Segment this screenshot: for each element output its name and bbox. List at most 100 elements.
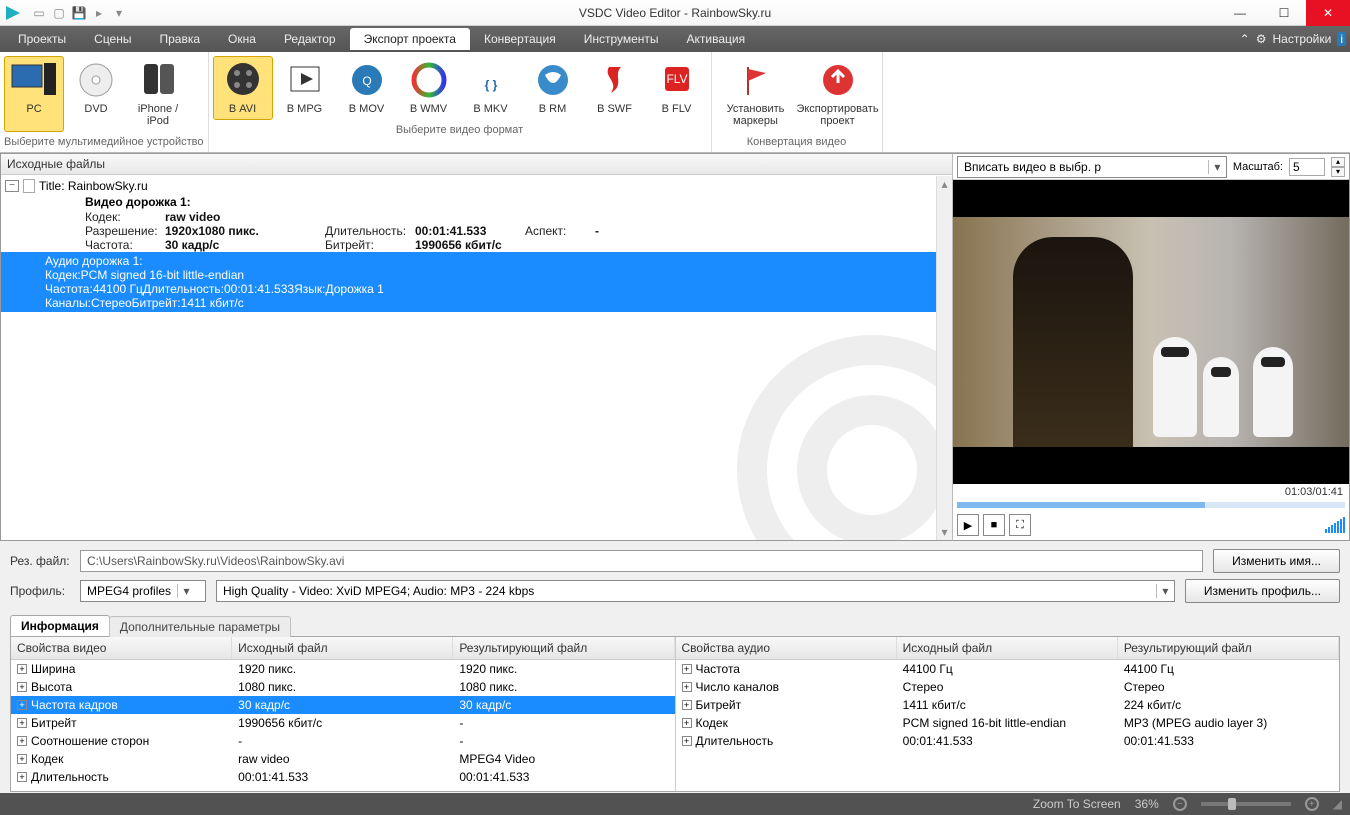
play-button[interactable]: ▶ [957, 514, 979, 536]
progress-bar[interactable] [957, 502, 1345, 508]
expand-icon[interactable]: + [17, 700, 27, 710]
qa-new-icon[interactable]: ▢ [50, 4, 68, 22]
ribbon-В-SWF[interactable]: В SWF [585, 56, 645, 120]
ribbon-Экспортировать-проект[interactable]: Экспортировать проект [798, 56, 878, 132]
expand-icon[interactable]: + [682, 682, 692, 692]
expand-icon[interactable]: + [682, 700, 692, 710]
pc-icon [8, 59, 60, 101]
change-profile-button[interactable]: Изменить профиль... [1185, 579, 1340, 603]
file-icon [23, 179, 35, 193]
menu-Редактор[interactable]: Редактор [270, 28, 350, 50]
ribbon-В-MKV[interactable]: { }В MKV [461, 56, 521, 120]
preview-pane: Вписать видео в выбр. р ▾ Масштаб: 5 ▴▾ … [952, 153, 1350, 541]
ribbon-Установить-маркеры[interactable]: Установить маркеры [716, 56, 796, 132]
qa-open-icon[interactable]: ▭ [30, 4, 48, 22]
stop-button[interactable]: ■ [983, 514, 1005, 536]
menu-Конвертация[interactable]: Конвертация [470, 28, 570, 50]
source-body: − Title: RainbowSky.ru Видео дорожка 1: … [1, 175, 952, 540]
ribbon-PC[interactable]: PC [4, 56, 64, 132]
change-name-button[interactable]: Изменить имя... [1213, 549, 1340, 573]
menu-Активация[interactable]: Активация [673, 28, 760, 50]
ribbon-В-RM[interactable]: В RM [523, 56, 583, 120]
app-logo [0, 0, 26, 26]
volume-indicator[interactable] [1325, 517, 1345, 533]
menu-Сцены[interactable]: Сцены [80, 28, 145, 50]
table-row[interactable]: +Высота1080 пикс.1080 пикс. [11, 678, 675, 696]
resize-grip-icon[interactable]: ◢ [1333, 797, 1342, 811]
quality-select[interactable]: High Quality - Video: XviD MPEG4; Audio:… [216, 580, 1175, 602]
expand-icon[interactable]: + [17, 736, 27, 746]
expand-icon[interactable]: + [17, 664, 27, 674]
profile-select[interactable]: MPEG4 profiles ▾ [80, 580, 206, 602]
table-row[interactable]: +Число каналовСтереоСтерео [676, 678, 1340, 696]
settings-label[interactable]: Настройки [1272, 32, 1331, 46]
table-row[interactable]: +Длительность00:01:41.53300:01:41.533 [676, 732, 1340, 750]
table-row[interactable]: +Соотношение сторон-- [11, 732, 675, 750]
qa-dropdown-icon[interactable]: ▾ [110, 4, 128, 22]
fit-mode-select[interactable]: Вписать видео в выбр. р ▾ [957, 156, 1227, 178]
zoom-percent: 36% [1135, 797, 1159, 811]
ribbon-В-WMV[interactable]: В WMV [399, 56, 459, 120]
minimize-button[interactable]: — [1218, 0, 1262, 26]
menu-Правка[interactable]: Правка [146, 28, 215, 50]
table-row[interactable]: +Частота кадров30 кадр/c30 кадр/c [11, 696, 675, 714]
table-row[interactable]: +Кодекraw videoMPEG4 Video [11, 750, 675, 768]
fullscreen-button[interactable]: ⛶ [1009, 514, 1031, 536]
collapse-icon[interactable]: − [5, 180, 19, 192]
profile-label: Профиль: [10, 584, 70, 598]
scroll-down-icon[interactable]: ▾ [937, 524, 953, 540]
table-row[interactable]: +Длительность00:01:41.53300:01:41.533 [11, 768, 675, 786]
chevron-down-icon: ▾ [1156, 584, 1174, 598]
menu-Инструменты[interactable]: Инструменты [570, 28, 673, 50]
table-row[interactable]: +Битрейт1411 кбит/c224 кбит/c [676, 696, 1340, 714]
source-header: Исходные файлы [1, 154, 952, 175]
table-row[interactable]: +Ширина1920 пикс.1920 пикс. [11, 660, 675, 678]
time-display: 01:03/01:41 [953, 484, 1349, 500]
character-2 [1203, 357, 1239, 437]
menu-Проекты[interactable]: Проекты [4, 28, 80, 50]
export-config: Рез. файл: C:\Users\RainbowSky.ru\Videos… [0, 541, 1350, 611]
swf-icon [589, 59, 641, 101]
source-files-pane: Исходные файлы − Title: RainbowSky.ru Ви… [0, 153, 952, 541]
collapse-ribbon-icon[interactable]: ⌃ [1240, 32, 1250, 46]
menu-Окна[interactable]: Окна [214, 28, 270, 50]
mpg-icon [279, 59, 331, 101]
zoom-to-screen-label[interactable]: Zoom To Screen [1033, 797, 1121, 811]
expand-icon[interactable]: + [682, 664, 692, 674]
table-row[interactable]: +КодекPCM signed 16-bit little-endianMP3… [676, 714, 1340, 732]
expand-icon[interactable]: + [682, 736, 692, 746]
ribbon-В-AVI[interactable]: В AVI [213, 56, 273, 120]
ribbon-iPhone-/-iPod[interactable]: iPhone / iPod [128, 56, 188, 132]
project-title-row[interactable]: − Title: RainbowSky.ru [5, 179, 948, 195]
menu-Экспорт проекта[interactable]: Экспорт проекта [350, 28, 470, 50]
scrollbar-vertical[interactable]: ▴ ▾ [936, 176, 952, 540]
properties-panel: Свойства видеоИсходный файлРезультирующи… [10, 636, 1340, 792]
zoom-slider[interactable] [1201, 802, 1291, 806]
ribbon-В-MPG[interactable]: В MPG [275, 56, 335, 120]
close-button[interactable]: ✕ [1306, 0, 1350, 26]
expand-icon[interactable]: + [17, 682, 27, 692]
zoom-value[interactable]: 5 [1289, 158, 1325, 176]
help-icon[interactable]: i [1337, 32, 1346, 46]
ribbon-В-FLV[interactable]: FLVВ FLV [647, 56, 707, 120]
ribbon-В-MOV[interactable]: QВ MOV [337, 56, 397, 120]
qa-save-icon[interactable]: 💾 [70, 4, 88, 22]
tab-extra-params[interactable]: Дополнительные параметры [109, 616, 291, 637]
expand-icon[interactable]: + [17, 718, 27, 728]
gear-icon[interactable]: ⚙ [1256, 32, 1267, 46]
zoom-out-button[interactable]: − [1173, 797, 1187, 811]
expand-icon[interactable]: + [17, 772, 27, 782]
maximize-button[interactable]: ☐ [1262, 0, 1306, 26]
expand-icon[interactable]: + [17, 754, 27, 764]
tab-information[interactable]: Информация [10, 615, 110, 636]
zoom-in-button[interactable]: + [1305, 797, 1319, 811]
scroll-up-icon[interactable]: ▴ [937, 176, 953, 192]
ribbon-DVD[interactable]: DVD [66, 56, 126, 132]
result-file-path[interactable]: C:\Users\RainbowSky.ru\Videos\RainbowSky… [80, 550, 1203, 572]
qa-play-icon[interactable]: ▸ [90, 4, 108, 22]
zoom-spinner[interactable]: ▴▾ [1331, 157, 1345, 177]
table-row[interactable]: +Частота44100 Гц44100 Гц [676, 660, 1340, 678]
table-row[interactable]: +Битрейт1990656 кбит/с- [11, 714, 675, 732]
video-preview[interactable] [953, 180, 1349, 484]
expand-icon[interactable]: + [682, 718, 692, 728]
